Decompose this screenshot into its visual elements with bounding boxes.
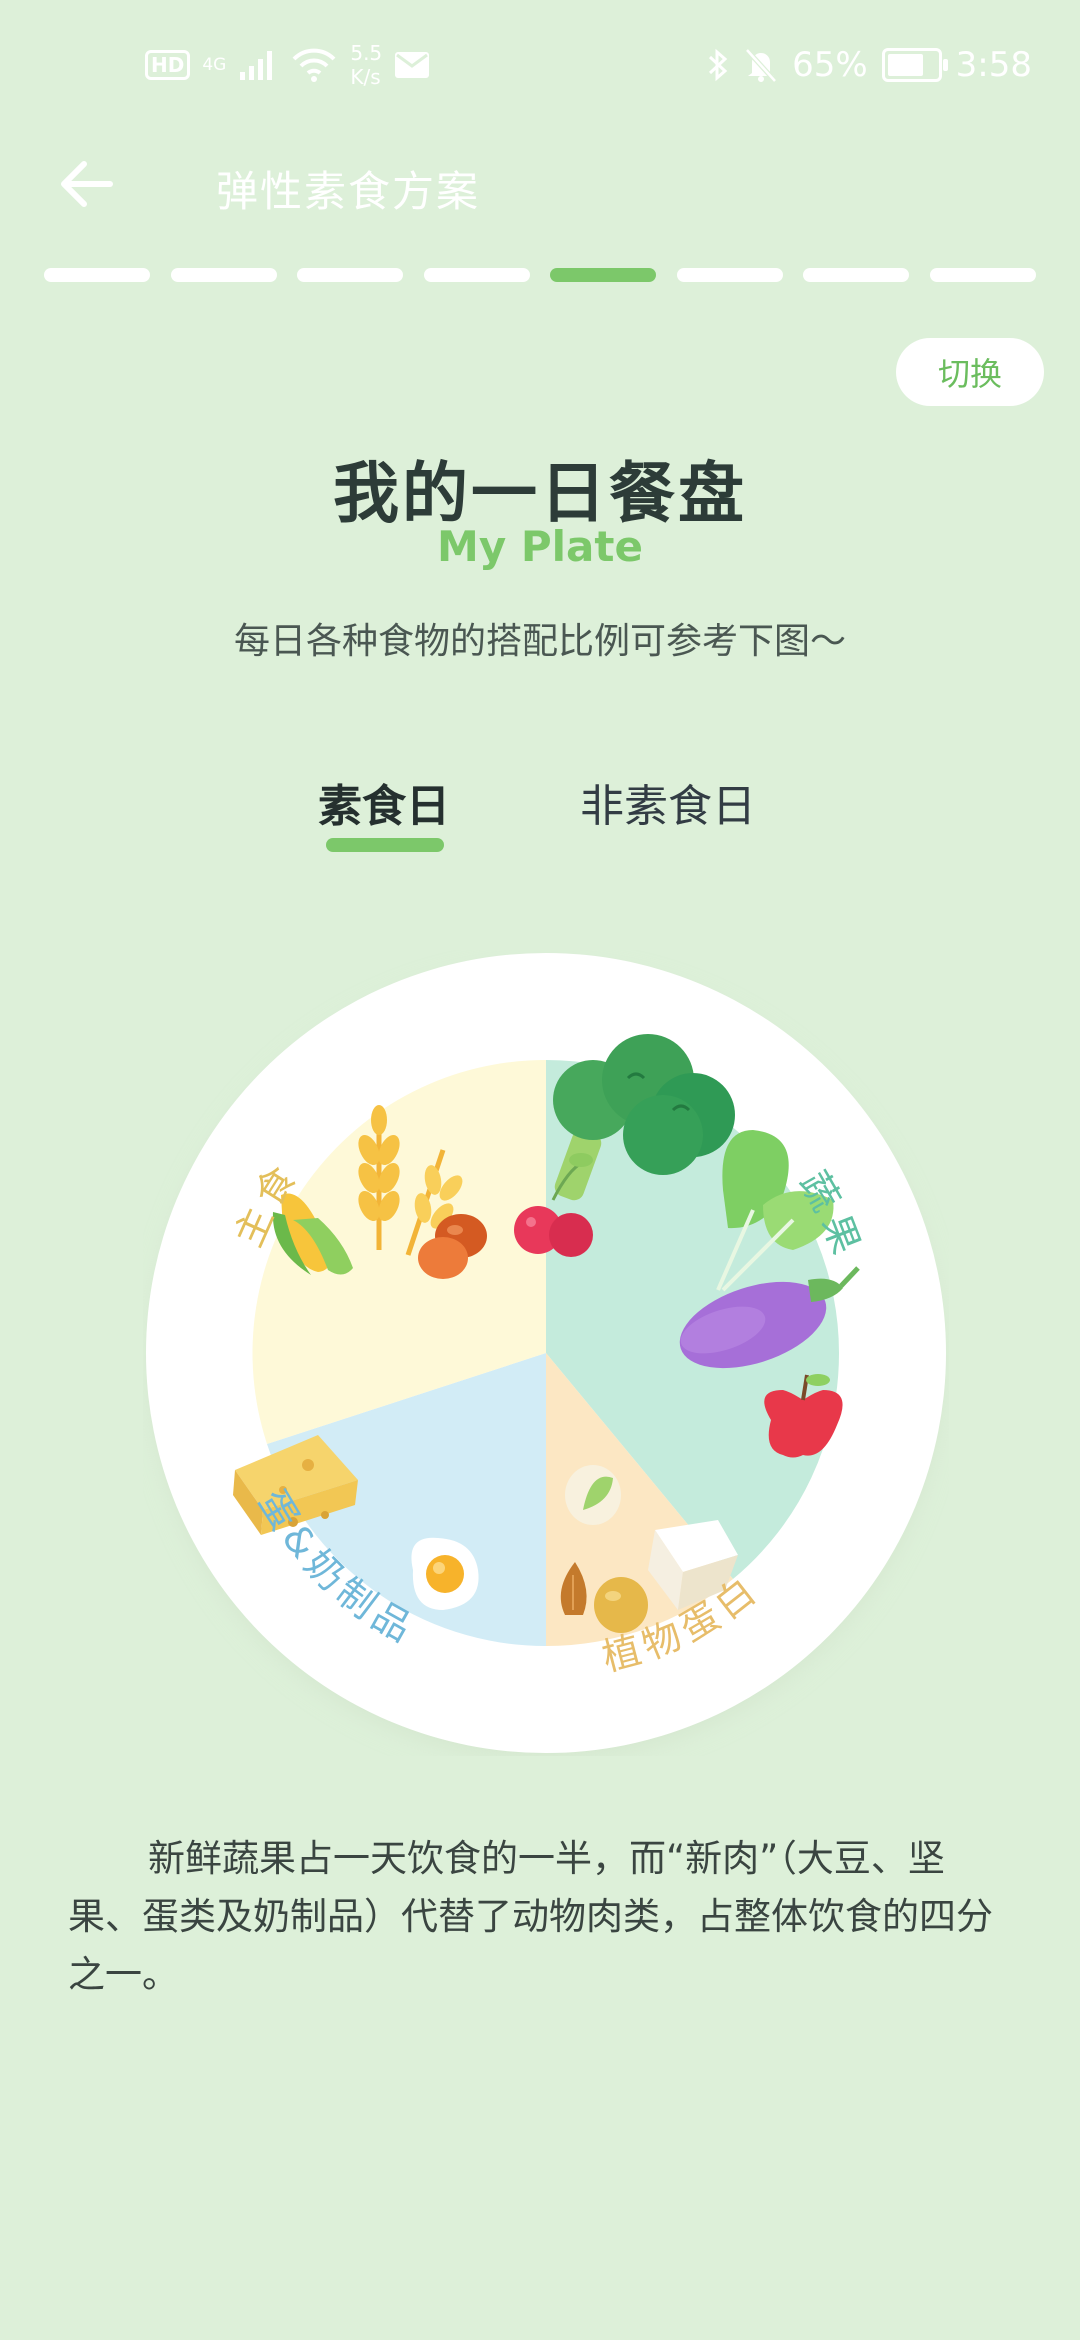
page-title: 弹性素食方案 [216,167,481,216]
clock: 3:58 [955,45,1032,85]
step-progress [44,268,1036,282]
progress-step [676,268,783,282]
network-speed: 5.5 K/s [350,41,382,89]
back-button[interactable] [52,150,122,220]
status-right: 65% 3:58 [706,40,1032,90]
progress-step [423,268,530,282]
hd-badge: HD [145,50,191,80]
bell-off-icon [745,48,777,83]
plate-description: 新鲜蔬果占一天饮食的一半，而“新肉”（大豆、坚果、蛋类及奶制品）代替了动物肉类，… [68,1837,993,1996]
tab-non-vegetarian-day[interactable]: 非素食日 [580,770,756,834]
progress-step [44,268,150,282]
bluetooth-icon [709,48,728,82]
signal-icon [240,51,273,80]
progress-step [803,268,910,282]
progress-step [297,268,404,282]
progress-step-current [550,268,657,282]
peanut-icon [594,1577,648,1633]
mail-icon [395,52,430,78]
status-bar: HD 4G 5.5 K/s 65% 3:58 [0,0,1080,130]
speed-unit: K/s [350,65,381,89]
wifi-icon [292,48,336,82]
progress-step [170,268,277,282]
tab-vegetarian-day[interactable]: 素食日 [318,770,450,834]
plate-diagram: 主食 蔬果 蛋&奶制品 植物蛋白 [143,950,949,1756]
app-header: 弹性素食方案 [0,130,1080,240]
speed-value: 5.5 [350,41,383,65]
back-arrow-icon [61,161,113,207]
progress-step [929,268,1036,282]
pistachio-icon [565,1465,621,1525]
active-tab-indicator [326,838,444,852]
network-type: 4G [202,55,227,75]
plate-title-en: My Plate [437,522,643,571]
battery-icon [881,48,948,82]
status-left: HD 4G 5.5 K/s [145,40,430,90]
plate-subtitle: 每日各种食物的搭配比例可参考下图～ [233,621,846,662]
battery-percent: 65% [792,45,868,85]
switch-button[interactable]: 切换 [896,338,1044,406]
